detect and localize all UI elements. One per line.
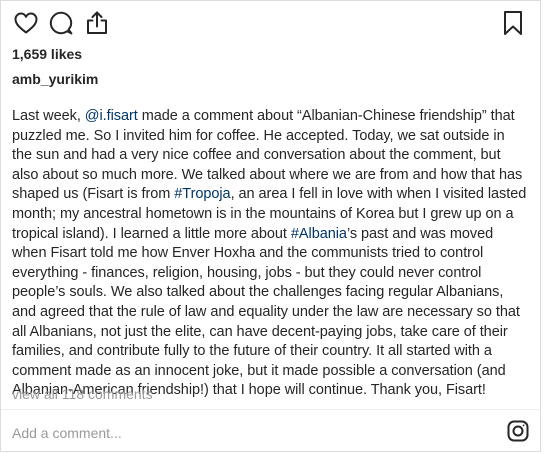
like-count[interactable]: 1,659 likes bbox=[12, 46, 82, 62]
mention-link[interactable]: @i.fisart bbox=[85, 108, 138, 124]
heart-icon[interactable] bbox=[13, 10, 39, 36]
username-link[interactable]: amb_yurikim bbox=[12, 71, 98, 87]
caption-text: Last week, bbox=[12, 108, 85, 124]
divider bbox=[1, 409, 540, 410]
comment-bubble-icon[interactable] bbox=[48, 10, 74, 36]
view-all-comments-link[interactable]: view all 118 comments bbox=[12, 386, 153, 402]
post-card: 1,659 likes amb_yurikim Last week, @i.fi… bbox=[0, 0, 541, 452]
hashtag-link-albania[interactable]: #Albania bbox=[291, 226, 347, 242]
action-bar bbox=[1, 1, 540, 41]
share-icon[interactable] bbox=[84, 10, 110, 36]
hashtag-link-tropoja[interactable]: #Tropoja bbox=[174, 186, 230, 202]
caption-text: ’s past and was moved when Fisart told m… bbox=[12, 225, 520, 399]
instagram-icon[interactable] bbox=[507, 420, 529, 442]
add-comment-input[interactable] bbox=[12, 423, 482, 443]
post-caption: Last week, @i.fisart made a comment abou… bbox=[12, 107, 528, 401]
bookmark-icon[interactable] bbox=[500, 10, 526, 36]
